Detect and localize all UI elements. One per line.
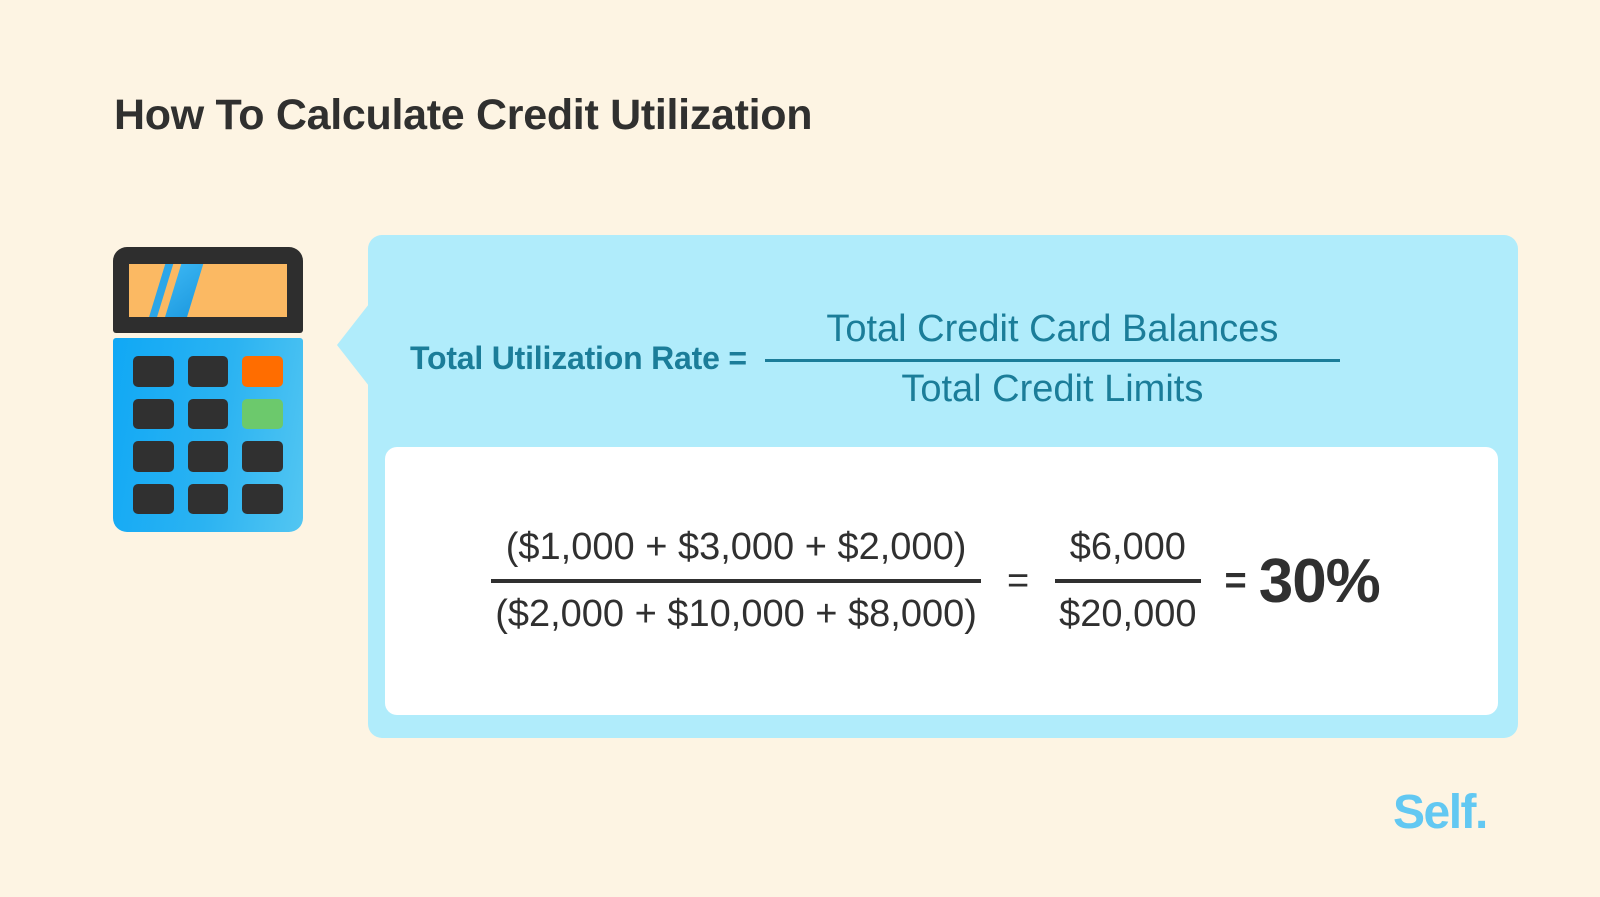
calculator-key [133, 356, 174, 387]
calculator-key [242, 483, 283, 514]
equals-sign-second: = [1224, 559, 1247, 602]
formula-fraction: Total Credit Card Balances Total Credit … [764, 307, 1340, 412]
infographic-canvas: How To Calculate Credit Utilization Tota… [0, 0, 1600, 897]
calculator-key [187, 441, 229, 472]
equals-sign-first: = [1006, 560, 1030, 602]
calculation-card: ($1,000 + $3,000 + $2,000) ($2,000 + $10… [385, 447, 1498, 715]
expression-fraction-bar [491, 579, 981, 583]
formula-label: Total Utilization Rate = [410, 340, 747, 376]
brand-logo: Self. [1393, 786, 1488, 839]
callout-pointer [337, 304, 369, 386]
calculator-keypad [113, 338, 303, 532]
calculator-key [242, 441, 283, 472]
calculator-screen [129, 264, 287, 317]
utilization-formula: Total Utilization Rate = Total Credit Ca… [410, 277, 1504, 442]
expression-denominator: ($2,000 + $10,000 + $8,000) [495, 593, 977, 635]
formula-denominator: Total Credit Limits [901, 367, 1204, 410]
formula-callout: Total Utilization Rate = Total Credit Ca… [337, 235, 1518, 738]
calculator-key [187, 483, 229, 514]
calculator-key-green [242, 398, 283, 429]
calculator-key [187, 356, 229, 387]
calculation-expression: ($1,000 + $3,000 + $2,000) ($2,000 + $10… [491, 524, 1381, 639]
calculator-key [187, 398, 229, 429]
calculator-key [133, 398, 174, 429]
calculator-icon [113, 247, 303, 532]
formula-fraction-bar [764, 358, 1340, 362]
formula-numerator: Total Credit Card Balances [826, 307, 1279, 350]
calculator-key [133, 483, 174, 514]
expression-fraction: ($1,000 + $3,000 + $2,000) ($2,000 + $10… [491, 524, 981, 639]
calculator-key-orange [242, 356, 283, 387]
simplified-numerator: $6,000 [1069, 525, 1186, 568]
simplified-fraction-bar [1055, 579, 1201, 583]
expression-numerator: ($1,000 + $3,000 + $2,000) [505, 525, 967, 568]
simplified-denominator: $20,000 [1059, 593, 1197, 635]
simplified-fraction: $6,000 $20,000 [1055, 524, 1201, 639]
page-title: How To Calculate Credit Utilization [114, 91, 813, 139]
calculator-key [133, 441, 174, 472]
calculator-bezel [113, 247, 303, 333]
utilization-result: 30% [1258, 546, 1381, 616]
